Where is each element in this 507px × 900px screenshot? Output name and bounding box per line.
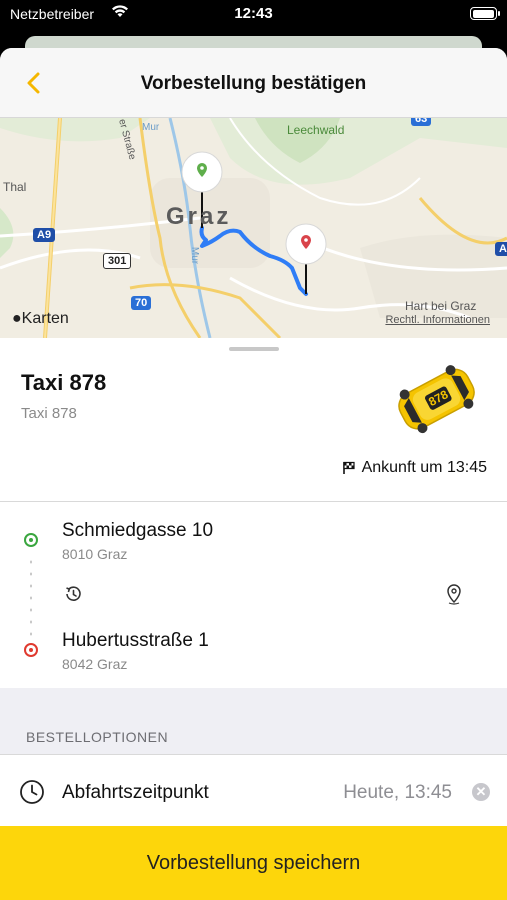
road-shield: 301 [103, 253, 132, 269]
route-section: Schmiedgasse 10 8010 Graz Hubertusstraße… [0, 502, 507, 687]
clock-icon [20, 780, 44, 804]
taxi-car-icon: 878 [398, 365, 475, 434]
map-city-label: Graz [166, 203, 232, 230]
pickup-city: 8010 Graz [62, 546, 128, 562]
time-history-icon[interactable] [63, 584, 83, 604]
clear-icon[interactable]: ✕ [472, 783, 490, 801]
navigation-bar: Vorbestellung bestätigen [0, 48, 507, 118]
dropoff-marker-icon [24, 643, 38, 657]
apple-logo-icon: ● [12, 310, 22, 327]
modal-sheet: Vorbestellung bestätigen Leechwald Thal … [0, 48, 507, 900]
departure-time-row[interactable]: Abfahrtszeitpunkt Heute, 13:45 ✕ [0, 754, 507, 826]
page-title: Vorbestellung bestätigen [140, 73, 367, 94]
departure-value[interactable]: Heute, 13:45 [343, 782, 452, 804]
road-shield: 70 [131, 296, 152, 310]
pickup-street[interactable]: Schmiedgasse 10 [62, 520, 213, 542]
map-label: Leechwald [287, 123, 345, 137]
section-header: BESTELLOPTIONEN [26, 729, 169, 745]
route-connector [30, 556, 32, 636]
legal-link[interactable]: Rechtl. Informationen [385, 314, 490, 326]
map-label: Mur [142, 122, 160, 133]
road-shield: 63 [411, 118, 432, 126]
vehicle-subtitle: Taxi 878 [21, 405, 77, 422]
dropoff-city: 8042 Graz [62, 656, 128, 672]
vehicle-name: Taxi 878 [21, 370, 107, 395]
location-pin-icon[interactable] [444, 583, 464, 605]
road-shield: A9 [33, 228, 56, 242]
departure-label: Abfahrtszeitpunkt [62, 782, 209, 803]
sheet-grabber[interactable] [229, 347, 279, 351]
road-shield: A2 [495, 242, 507, 256]
map-label: Hart bei Graz [405, 299, 477, 313]
save-button[interactable]: Vorbestellung speichern [0, 826, 507, 900]
clock-time: 12:43 [234, 5, 273, 22]
map-label: Mur [189, 246, 201, 265]
arrival-info: Ankunft um 13:45 [342, 459, 487, 477]
battery-icon [470, 7, 500, 20]
route-map[interactable]: Leechwald Thal Hart bei Graz er Straße M… [0, 118, 507, 338]
arrival-time: Ankunft um 13:45 [361, 459, 487, 476]
dropoff-street[interactable]: Hubertusstraße 1 [62, 630, 209, 652]
pickup-marker-icon [24, 533, 38, 547]
maps-attribution: ●Karten [12, 310, 69, 327]
flag-icon [342, 461, 355, 474]
status-bar: Netzbetreiber 12:43 [0, 0, 507, 30]
map-label: Thal [3, 180, 27, 194]
